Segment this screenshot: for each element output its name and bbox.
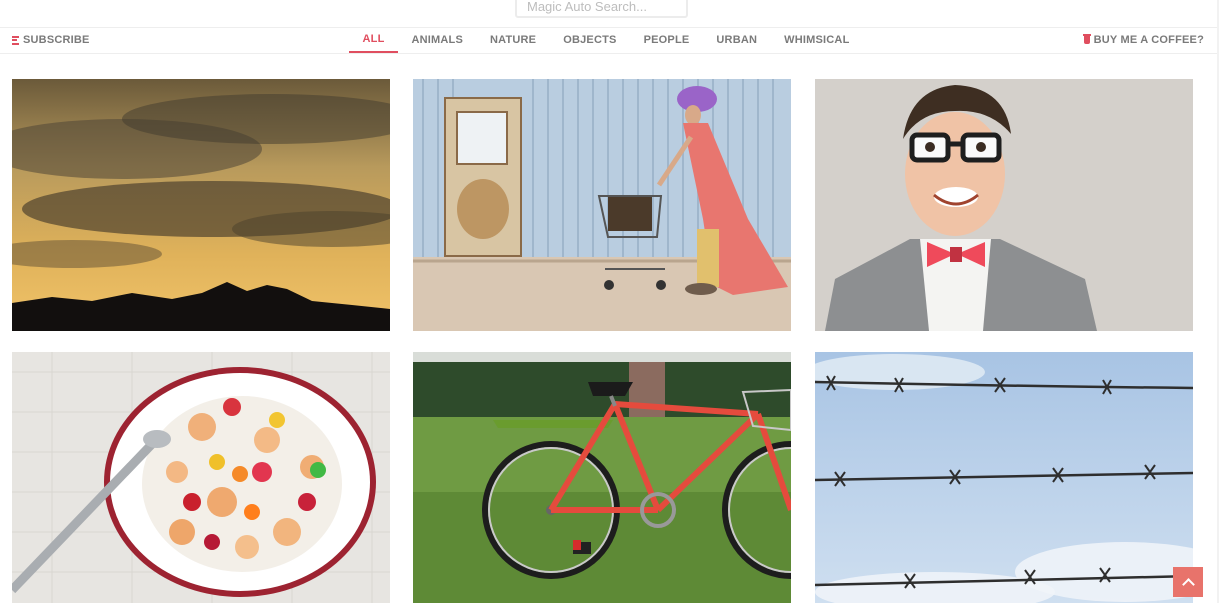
photo-mountain-sunset[interactable] [12, 79, 390, 331]
top-bar [0, 0, 1219, 28]
tab-objects[interactable]: OBJECTS [550, 27, 630, 53]
cereal-gummy-bears-image [12, 352, 390, 603]
tab-people[interactable]: PEOPLE [630, 27, 703, 53]
tab-label: OBJECTS [563, 34, 617, 46]
photo-man-bow-tie[interactable] [815, 79, 1193, 331]
barbed-wire-image [815, 352, 1193, 603]
mountain-sunset-image [12, 79, 390, 331]
category-nav: SUBSCRIBE ALL ANIMALS NATURE OBJECTS PEO… [0, 27, 1219, 54]
list-icon [12, 35, 19, 45]
buy-coffee-label: BUY ME A COFFEE? [1093, 34, 1204, 46]
tab-label: ALL [362, 33, 385, 45]
tab-label: WHIMSICAL [784, 34, 850, 46]
tab-label: NATURE [490, 34, 537, 46]
tab-whimsical[interactable]: WHIMSICAL [771, 27, 863, 53]
tab-all[interactable]: ALL [349, 27, 398, 53]
woman-shopping-cart-image [413, 79, 791, 331]
man-bow-tie-image [815, 79, 1193, 331]
subscribe-label: SUBSCRIBE [23, 34, 90, 46]
tab-urban[interactable]: URBAN [703, 27, 771, 53]
photo-barbed-wire[interactable] [815, 352, 1193, 603]
magic-search-input[interactable] [515, 0, 688, 18]
tab-label: URBAN [716, 34, 758, 46]
scroll-to-top-button[interactable] [1173, 567, 1203, 597]
tab-animals[interactable]: ANIMALS [398, 27, 477, 53]
tab-label: ANIMALS [411, 34, 463, 46]
category-tabs: ALL ANIMALS NATURE OBJECTS PEOPLE URBAN … [349, 27, 863, 53]
photo-cereal-gummy-bears[interactable] [12, 352, 390, 603]
photo-red-bicycle[interactable] [413, 352, 791, 603]
photo-woman-shopping-cart[interactable] [413, 79, 791, 331]
subscribe-link[interactable]: SUBSCRIBE [12, 27, 90, 53]
tab-nature[interactable]: NATURE [477, 27, 550, 53]
coffee-cup-icon [1082, 34, 1091, 44]
red-bicycle-image [413, 352, 791, 603]
tab-label: PEOPLE [643, 34, 690, 46]
buy-coffee-link[interactable]: BUY ME A COFFEE? [1082, 27, 1204, 53]
chevron-up-icon [1181, 577, 1195, 591]
